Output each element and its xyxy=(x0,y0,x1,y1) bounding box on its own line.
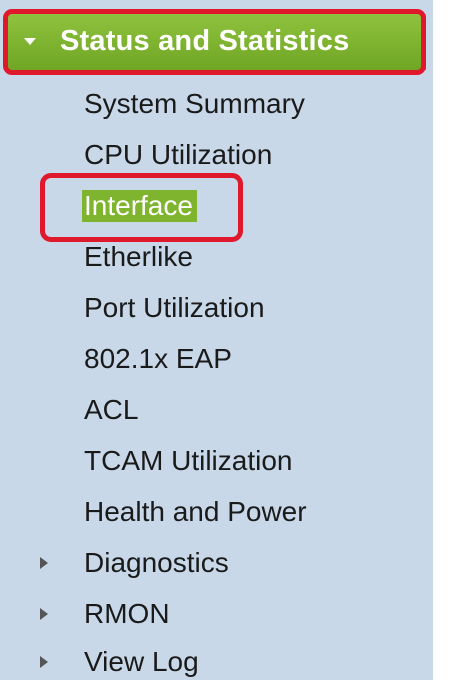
nav-item-label: Interface xyxy=(82,190,197,222)
section-title: Status and Statistics xyxy=(60,25,350,57)
nav-item-label: ACL xyxy=(84,394,139,425)
nav-item-tcam-utilization[interactable]: TCAM Utilization xyxy=(84,444,292,478)
nav-item-interface[interactable]: Interface xyxy=(82,189,197,223)
nav-item-label: Etherlike xyxy=(84,241,193,272)
nav-item-label: Health and Power xyxy=(84,496,307,527)
triangle-right-icon[interactable] xyxy=(40,557,48,569)
nav-section-label: View Log xyxy=(84,646,199,677)
section-header-status-and-statistics[interactable]: Status and Statistics xyxy=(8,14,426,70)
nav-item-system-summary[interactable]: System Summary xyxy=(84,87,305,121)
triangle-right-icon[interactable] xyxy=(40,656,48,668)
triangle-right-icon[interactable] xyxy=(40,608,48,620)
nav-item-label: TCAM Utilization xyxy=(84,445,293,476)
nav-item-cpu-utilization[interactable]: CPU Utilization xyxy=(84,138,272,172)
nav-item-etherlike[interactable]: Etherlike xyxy=(84,240,193,274)
navigation-panel: Status and Statistics System Summary CPU… xyxy=(0,0,433,680)
nav-item-health-and-power[interactable]: Health and Power xyxy=(84,495,307,529)
nav-item-label: 802.1x EAP xyxy=(84,343,232,374)
nav-item-label: System Summary xyxy=(84,88,305,119)
nav-item-label: CPU Utilization xyxy=(84,139,273,170)
nav-section-label: RMON xyxy=(84,598,170,629)
nav-section-label: Diagnostics xyxy=(84,547,229,578)
nav-item-port-utilization[interactable]: Port Utilization xyxy=(84,291,265,325)
nav-item-acl[interactable]: ACL xyxy=(84,393,138,427)
nav-item-8021x-eap[interactable]: 802.1x EAP xyxy=(84,342,232,376)
triangle-down-icon[interactable] xyxy=(24,38,36,45)
nav-item-label: Port Utilization xyxy=(84,292,265,323)
